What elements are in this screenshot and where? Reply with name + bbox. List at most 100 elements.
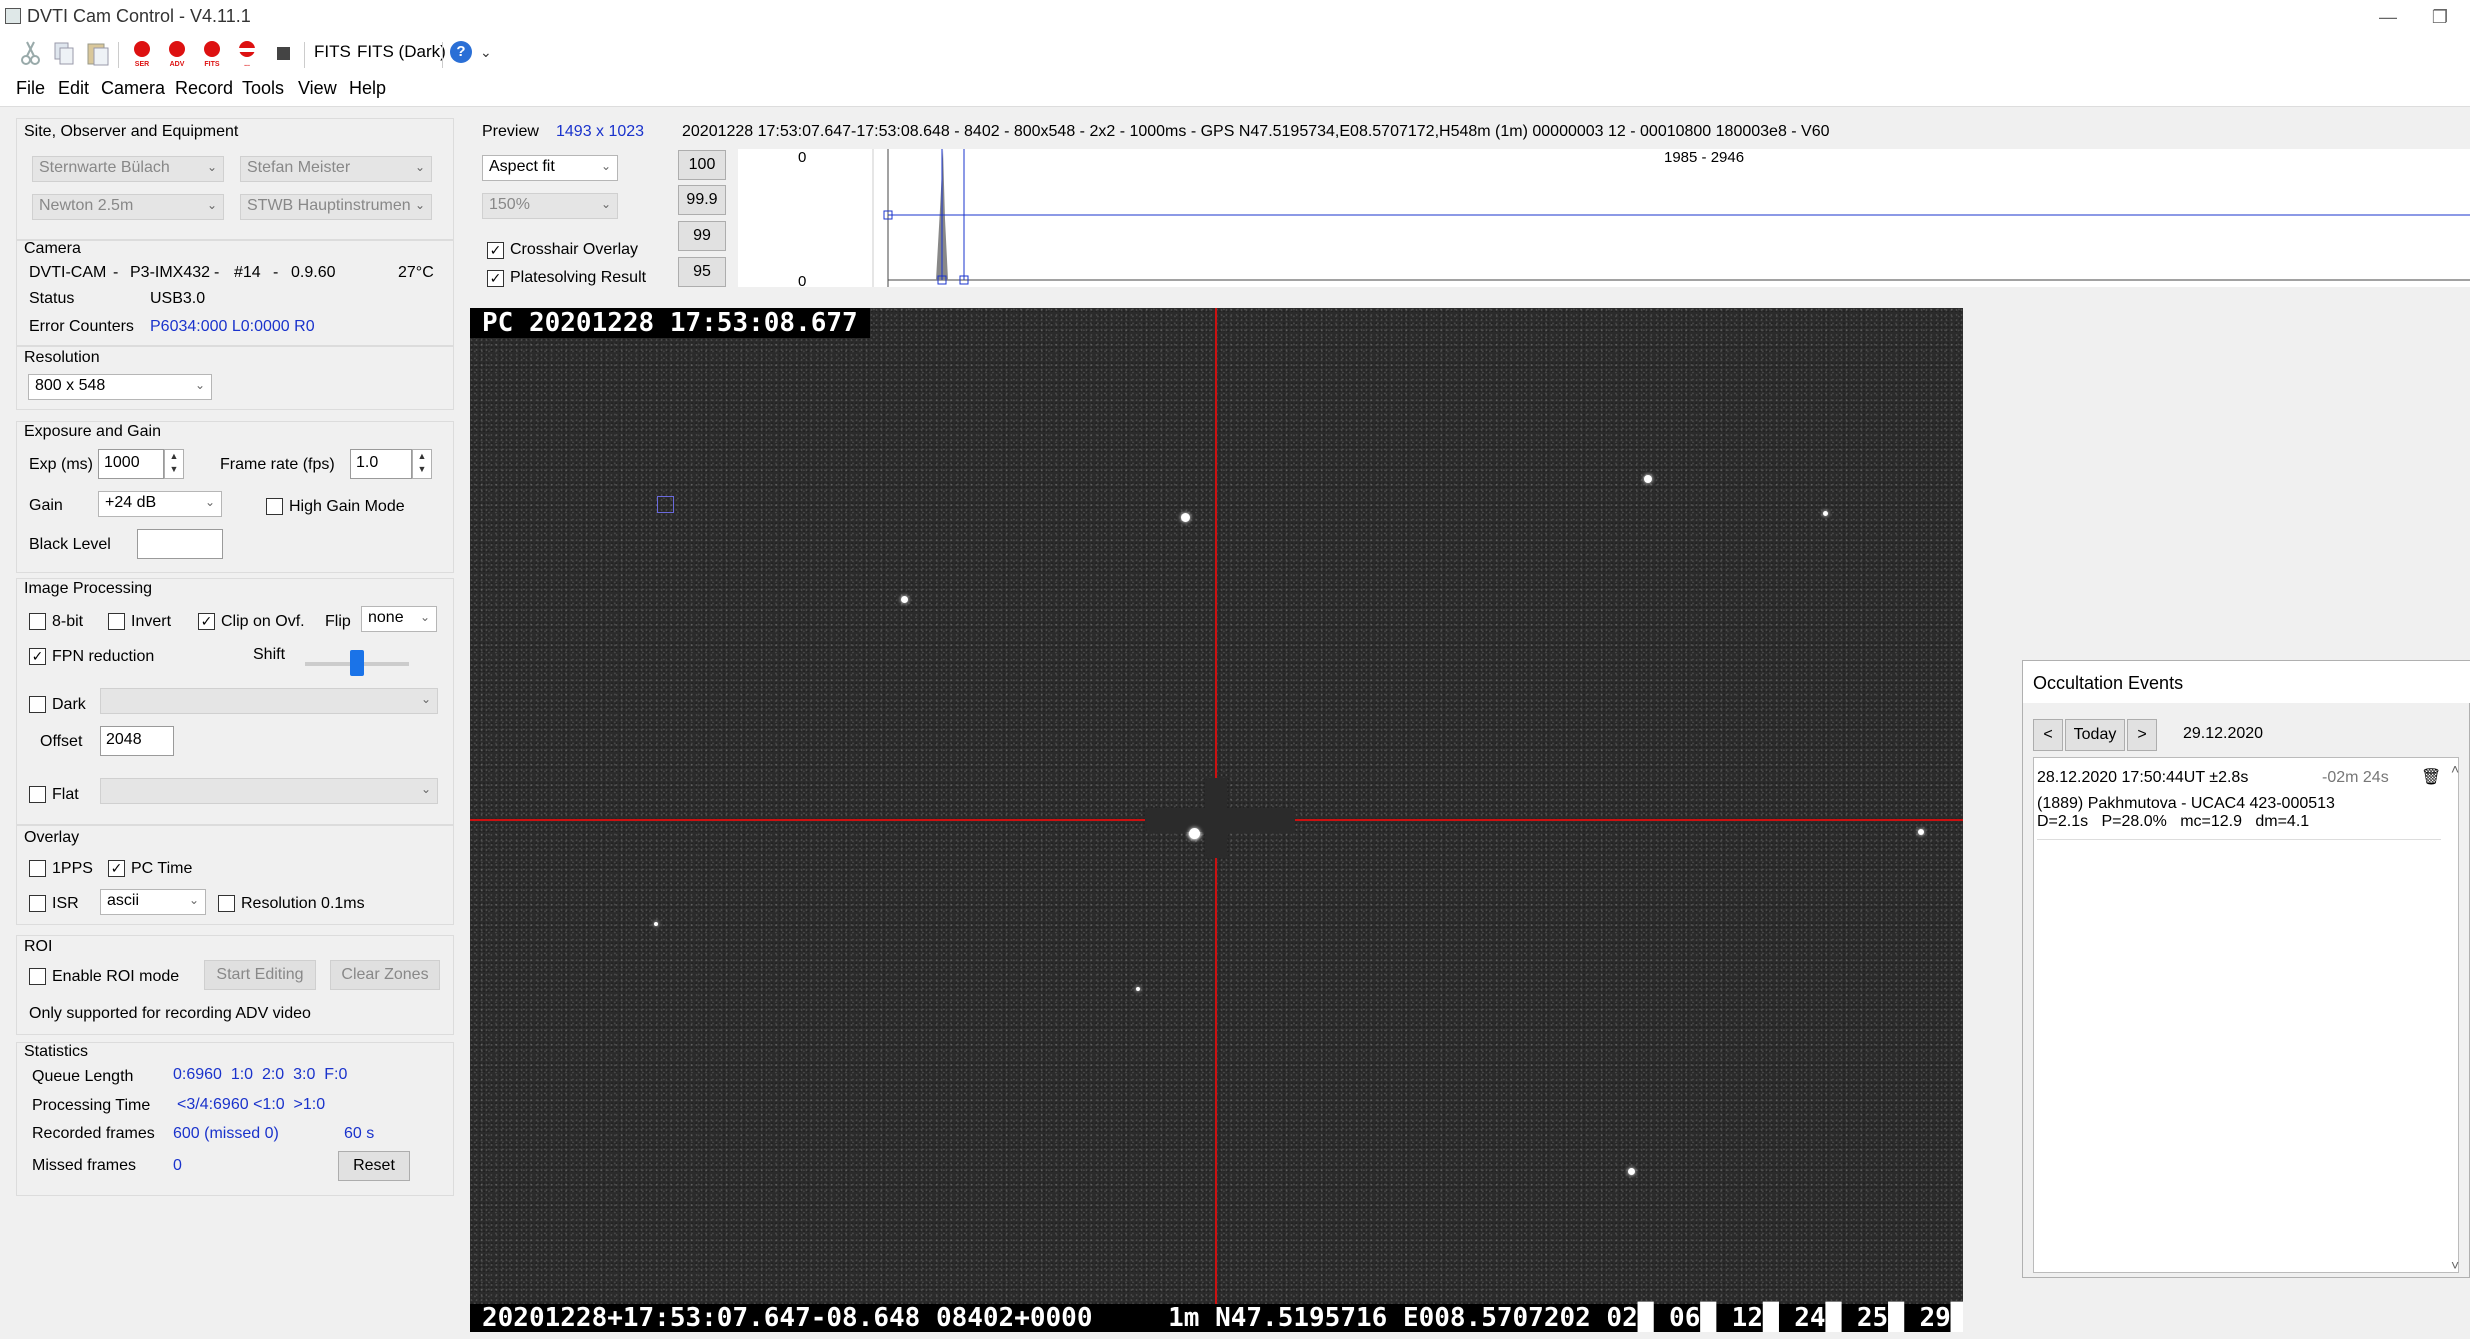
- osd-pc-time: PC 20201228 17:53:08.677: [470, 308, 870, 338]
- exp-input[interactable]: 1000: [98, 449, 164, 479]
- high-gain-checkbox[interactable]: [266, 498, 283, 515]
- menu-edit[interactable]: Edit: [58, 78, 89, 99]
- observer-combo[interactable]: Stefan Meister ⌄: [240, 156, 432, 182]
- flip-value: none: [368, 609, 404, 626]
- bit8-checkbox[interactable]: [29, 613, 46, 630]
- menu-help[interactable]: Help: [349, 78, 386, 99]
- record-ser-icon[interactable]: SER: [128, 38, 156, 68]
- shift-slider-thumb[interactable]: [350, 650, 364, 676]
- menu-view[interactable]: View: [298, 78, 337, 99]
- camera-model: P3-IMX432: [130, 264, 211, 281]
- scissors-icon[interactable]: [16, 38, 44, 68]
- events-prev-button[interactable]: <: [2033, 719, 2063, 751]
- high-gain-label: High Gain Mode: [289, 498, 405, 515]
- scroll-up-icon[interactable]: ˄: [2451, 761, 2459, 777]
- camera-temperature: 27°C: [398, 264, 434, 281]
- osd-bottom-bar: 20201228+17:53:07.647-08.648 08402+0000 …: [470, 1304, 1963, 1332]
- isr-combo[interactable]: ascii ⌄: [100, 889, 206, 915]
- toolbar-overflow-icon[interactable]: ⌄: [480, 44, 492, 61]
- record-fits-label: FITS: [204, 61, 219, 68]
- fits-dark-button[interactable]: FITS (Dark): [357, 42, 446, 62]
- record-adv-icon[interactable]: ADV: [163, 38, 191, 68]
- fpn-checkbox[interactable]: ✓: [29, 648, 46, 665]
- restore-button[interactable]: ❐: [2420, 2, 2460, 32]
- gain-label: Gain: [29, 497, 63, 514]
- menu-tools[interactable]: Tools: [242, 78, 284, 99]
- camera-name: DVTI-CAM: [29, 264, 107, 281]
- flat-checkbox[interactable]: [29, 786, 46, 803]
- invert-label: Invert: [131, 613, 172, 630]
- telescope-combo[interactable]: Newton 2.5m ⌄: [32, 194, 224, 220]
- black-level-input[interactable]: [137, 529, 223, 559]
- resolution-section-title: Resolution: [24, 349, 100, 366]
- record-fits-icon[interactable]: FITS: [198, 38, 226, 68]
- invert-checkbox[interactable]: [108, 613, 125, 630]
- stretch-99-9-button[interactable]: 99.9: [678, 185, 726, 215]
- chevron-down-icon: ⌄: [414, 198, 425, 212]
- chevron-down-icon: ⌄: [600, 197, 611, 211]
- telescope-value: Newton 2.5m: [39, 197, 134, 214]
- help-icon[interactable]: ?: [450, 41, 472, 63]
- platesolve-checkbox[interactable]: ✓: [487, 270, 504, 287]
- chevron-down-icon: ⌄: [600, 159, 611, 173]
- fps-stepper[interactable]: ▲ ▼: [412, 449, 432, 479]
- start-editing-button[interactable]: Start Editing: [204, 960, 316, 990]
- scroll-down-icon[interactable]: ˅: [2451, 1257, 2459, 1273]
- exposure-section-title: Exposure and Gain: [24, 423, 161, 440]
- platesolve-label: Platesolving Result: [510, 269, 647, 286]
- chevron-down-icon: ⌄: [414, 160, 425, 174]
- clear-zones-button[interactable]: Clear Zones: [330, 960, 440, 990]
- offset-input[interactable]: 2048: [100, 726, 174, 756]
- minimize-button[interactable]: —: [2368, 2, 2408, 32]
- fit-combo[interactable]: Aspect fit ⌄: [482, 155, 618, 181]
- record-other-icon[interactable]: ...: [233, 38, 261, 68]
- star: [1628, 1168, 1635, 1175]
- histogram-panel[interactable]: 0 0 1985 - 2946: [738, 149, 2470, 290]
- clip-checkbox[interactable]: ✓: [198, 613, 215, 630]
- menu-record[interactable]: Record: [175, 78, 233, 99]
- gain-combo[interactable]: +24 dB ⌄: [98, 491, 222, 517]
- record-ser-label: SER: [135, 61, 149, 68]
- stretch-95-button[interactable]: 95: [678, 257, 726, 287]
- trash-icon[interactable]: 🗑: [2421, 767, 2441, 787]
- shift-label: Shift: [253, 646, 286, 663]
- pps-checkbox[interactable]: [29, 860, 46, 877]
- paste-icon[interactable]: [84, 38, 112, 68]
- enable-roi-checkbox[interactable]: [29, 968, 46, 985]
- resolution-combo[interactable]: 800 x 548 ⌄: [28, 374, 212, 400]
- instrument-combo[interactable]: STWB Hauptinstrumen ⌄: [240, 194, 432, 220]
- stop-icon[interactable]: [270, 38, 298, 68]
- zoom-combo[interactable]: 150% ⌄: [482, 193, 618, 219]
- menu-camera[interactable]: Camera: [101, 78, 165, 99]
- event-item[interactable]: 28.12.2020 17:50:44UT ±2.8s -02m 24s 🗑 (…: [2037, 761, 2441, 840]
- stretch-100-button[interactable]: 100: [678, 150, 726, 180]
- copy-icon[interactable]: [50, 38, 78, 68]
- chevron-down-icon: ⌄: [206, 198, 217, 212]
- fpn-label: FPN reduction: [52, 648, 155, 665]
- fps-input[interactable]: 1.0: [350, 449, 412, 479]
- events-next-button[interactable]: >: [2127, 719, 2157, 751]
- flat-combo[interactable]: ⌄: [100, 778, 438, 804]
- crosshair-checkbox[interactable]: ✓: [487, 242, 504, 259]
- stretch-99-button[interactable]: 99: [678, 221, 726, 251]
- flip-combo[interactable]: none ⌄: [361, 606, 437, 632]
- menu-file[interactable]: File: [16, 78, 45, 99]
- event-params: D=2.1s P=28.0% mc=12.9 dm=4.1: [2037, 813, 2310, 830]
- dark-combo[interactable]: ⌄: [100, 688, 438, 714]
- platesolve-marker: [657, 496, 674, 513]
- status-value: USB3.0: [150, 290, 206, 307]
- site-combo[interactable]: Sternwarte Bülach ⌄: [32, 156, 224, 182]
- pctime-checkbox[interactable]: ✓: [108, 860, 125, 877]
- dark-checkbox[interactable]: [29, 696, 46, 713]
- events-today-button[interactable]: Today: [2065, 719, 2125, 751]
- reset-button[interactable]: Reset: [338, 1151, 410, 1181]
- chevron-down-icon: ⌄: [419, 610, 430, 624]
- camera-preview[interactable]: PC 20201228 17:53:08.677 20201228+17:53:…: [470, 308, 1963, 1332]
- record-other-label: ...: [244, 61, 250, 68]
- res-checkbox[interactable]: [218, 895, 235, 912]
- isr-checkbox[interactable]: [29, 895, 46, 912]
- fits-button[interactable]: FITS: [314, 42, 351, 62]
- exp-stepper[interactable]: ▲ ▼: [164, 449, 184, 479]
- status-label: Status: [29, 290, 75, 307]
- error-counters-label: Error Counters: [29, 318, 134, 335]
